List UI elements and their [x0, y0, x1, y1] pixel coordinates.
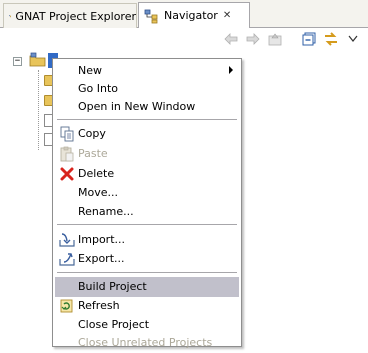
paste-icon	[59, 146, 75, 162]
menu-item-label: Paste	[78, 147, 108, 160]
menu-item-label: Build Project	[78, 280, 147, 293]
context-menu: New Go Into Open in New Window Copy Past…	[52, 58, 242, 347]
menu-item-delete[interactable]: Delete	[55, 164, 239, 184]
menu-item-label: New	[78, 64, 102, 77]
menu-separator	[57, 272, 237, 273]
menu-item-import[interactable]: Import...	[55, 230, 239, 250]
export-icon	[59, 251, 75, 267]
menu-separator	[57, 119, 237, 120]
tab-label: GNAT Project Explorer	[15, 10, 136, 23]
delete-x-icon	[59, 166, 75, 182]
import-icon	[59, 232, 75, 248]
view-tab-strip: GNAT Project Explorer Navigator ✕	[0, 0, 368, 28]
menu-item-new[interactable]: New	[55, 61, 239, 81]
menu-item-open-in-new-window[interactable]: Open in New Window	[55, 97, 239, 117]
view-menu-icon[interactable]	[344, 31, 362, 47]
back-arrow-icon[interactable]	[222, 31, 240, 47]
menu-separator	[57, 224, 237, 225]
menu-item-build-project[interactable]: Build Project	[55, 277, 239, 297]
menu-item-label: Refresh	[78, 299, 120, 312]
menu-item-close-unrelated-projects[interactable]: Close Unrelated Projects	[55, 333, 239, 353]
collapse-expander-icon[interactable]: −	[13, 57, 22, 66]
navigator-icon	[144, 8, 160, 24]
up-folder-icon[interactable]	[266, 31, 284, 47]
copy-icon	[59, 126, 75, 142]
menu-item-label: Import...	[78, 233, 125, 246]
menu-item-export[interactable]: Export...	[55, 249, 239, 269]
menu-item-refresh[interactable]: Refresh	[55, 296, 239, 316]
tab-label: Navigator	[164, 9, 218, 22]
menu-item-rename[interactable]: Rename...	[55, 202, 239, 222]
view-toolbar	[0, 28, 368, 50]
menu-item-go-into[interactable]: Go Into	[55, 79, 239, 99]
menu-item-copy[interactable]: Copy	[55, 124, 239, 144]
tab-navigator[interactable]: Navigator ✕	[138, 2, 250, 29]
close-icon[interactable]: ✕	[223, 10, 231, 21]
menu-item-move[interactable]: Move...	[55, 183, 239, 203]
project-folder-icon[interactable]	[29, 52, 47, 68]
tab-gnat-project-explorer[interactable]: GNAT Project Explorer	[3, 3, 137, 28]
refresh-icon	[59, 298, 75, 314]
menu-item-label: Open in New Window	[78, 100, 195, 113]
menu-item-label: Close Project	[78, 318, 149, 331]
menu-item-label: Close Unrelated Projects	[78, 336, 212, 349]
submenu-arrow-icon	[229, 66, 233, 74]
forward-arrow-icon[interactable]	[244, 31, 262, 47]
collapse-all-icon[interactable]	[300, 31, 318, 47]
tree-guide-line	[38, 70, 40, 150]
menu-item-label: Copy	[78, 127, 106, 140]
project-explorer-icon	[9, 8, 11, 24]
menu-item-label: Go Into	[78, 82, 118, 95]
menu-item-label: Rename...	[78, 205, 134, 218]
link-with-editor-icon[interactable]	[322, 31, 340, 47]
menu-item-paste[interactable]: Paste	[55, 144, 239, 164]
menu-item-label: Delete	[78, 167, 114, 180]
menu-item-label: Export...	[78, 252, 125, 265]
menu-item-close-project[interactable]: Close Project	[55, 315, 239, 335]
menu-item-label: Move...	[78, 186, 118, 199]
